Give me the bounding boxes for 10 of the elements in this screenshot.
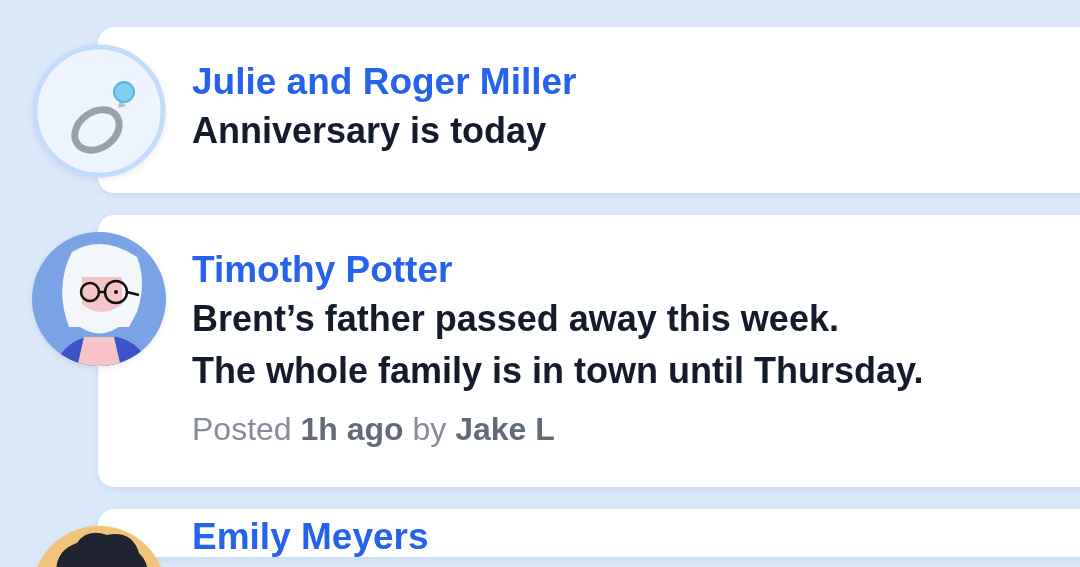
contact-name[interactable]: Julie and Roger Miller (192, 59, 1080, 105)
ring-avatar-icon (32, 44, 166, 178)
contact-name[interactable]: Timothy Potter (192, 247, 1080, 293)
post-card[interactable]: Emily Meyers (98, 509, 1080, 557)
post-message: Anniversary is today (192, 109, 548, 153)
post-message: Brent’s father passed away this week. The whole family is in town until Thursday. (192, 297, 925, 393)
post-card[interactable]: Julie and Roger Miller Anniversary is today (98, 27, 1080, 193)
contact-name[interactable]: Emily Meyers (192, 517, 1080, 557)
post-info: Posted 1h ago by Jake L (192, 410, 556, 449)
post-card[interactable]: Timothy Potter Brent’s father passed away this week. The whole family is in town until Thursday. Posted 1h ago by Jake L (98, 215, 1080, 487)
